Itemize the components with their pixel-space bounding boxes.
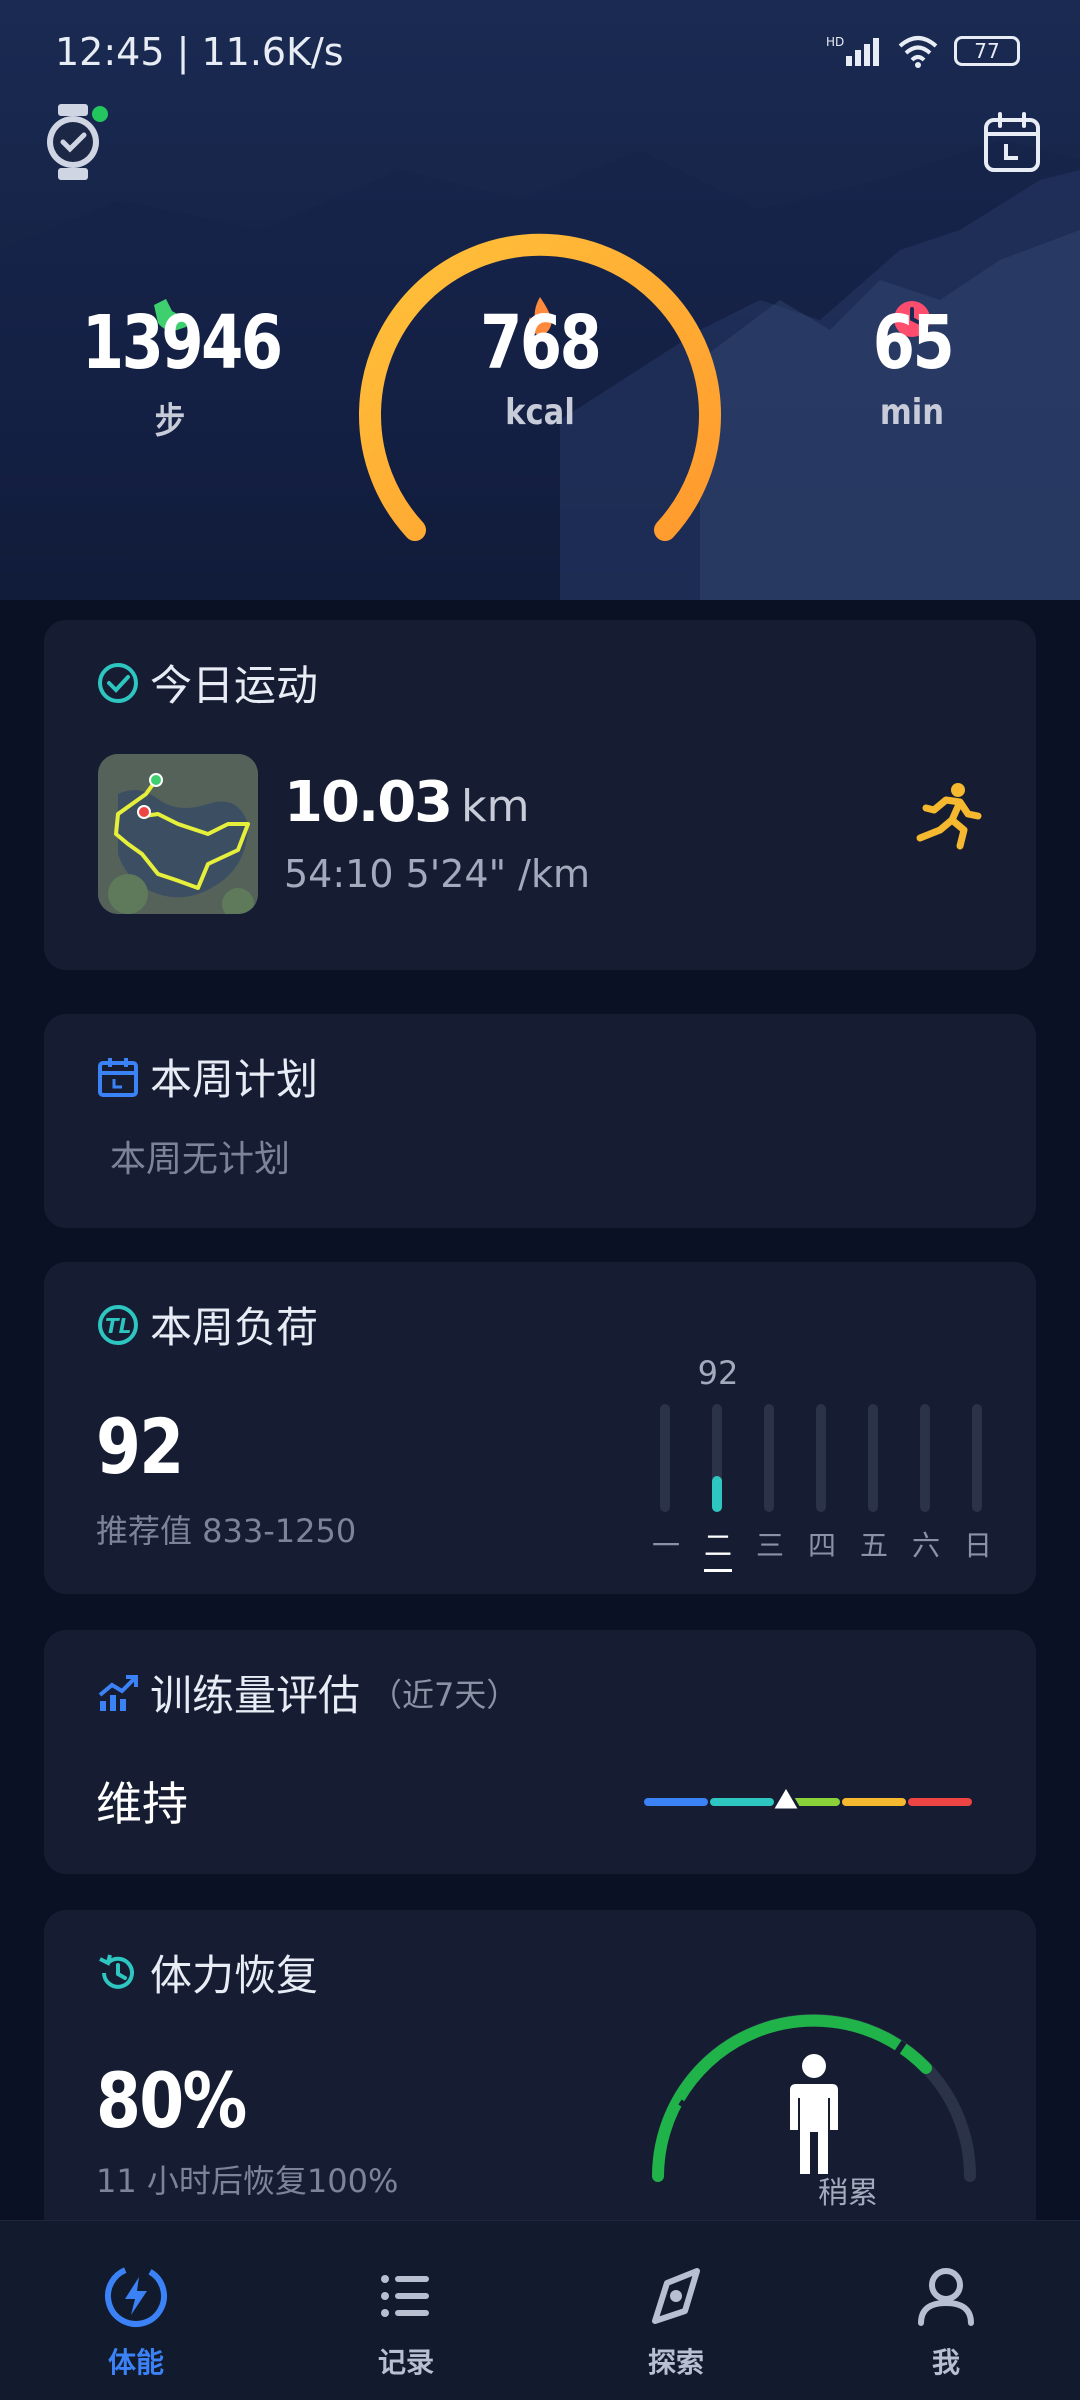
connection-status-dot [92, 106, 108, 122]
check-circle-icon [98, 662, 138, 703]
recovery-card[interactable]: 体力恢复 80% 11 小时后恢复100% 稍累 [44, 1910, 1036, 2250]
card-title: TL 本周负荷 [96, 1294, 318, 1355]
battery-indicator: 77 [954, 36, 1020, 66]
compass-icon [652, 2268, 700, 2324]
activity-distance: 10.03 km [284, 770, 529, 835]
signal-icon: HD [826, 35, 879, 66]
nav-label: 体能 [107, 2346, 164, 2379]
load-bar-track [920, 1404, 930, 1512]
today-activity-title: 今日运动 [150, 661, 319, 710]
load-bar-track [712, 1404, 722, 1512]
load-bar-day-label: 二 [696, 1524, 740, 1572]
bottom-navigation: 体能 记录 探索 我 [0, 2220, 1080, 2400]
load-bar-day-label: 三 [755, 1529, 784, 1562]
nav-item-fitness[interactable]: 体能 [66, 2261, 206, 2381]
weekly-load-title: 本周负荷 [150, 1303, 319, 1352]
card-title: 体力恢复 [96, 1942, 318, 2003]
calories-stat[interactable]: 768 kcal [430, 300, 650, 433]
training-status: 维持 [96, 1777, 188, 1831]
status-bar: 12:45 | 11.6K/s HD 77 [0, 0, 1080, 110]
activity-pace: 5'24" /km [405, 852, 590, 896]
steps-stat[interactable]: 13946 步 [60, 300, 283, 444]
minutes-value: 65 [872, 300, 954, 386]
weekly-load-bars: 一 92 二三四五六日 [644, 1354, 1004, 1604]
user-icon [918, 2268, 974, 2326]
training-assessment-period: （近7天） [370, 1675, 519, 1714]
minutes-unit: min [879, 392, 945, 433]
load-bar-track [868, 1404, 878, 1512]
nav-label: 探索 [647, 2346, 704, 2379]
weekly-load-value: 92 [96, 1402, 184, 1491]
calories-value: 768 [480, 300, 602, 386]
nav-label: 我 [931, 2346, 960, 2379]
load-bar-day-label: 日 [963, 1529, 992, 1562]
steps-unit: 步 [154, 401, 186, 442]
load-icon: TL [98, 1304, 138, 1345]
training-scale [644, 1783, 972, 1812]
svg-text:TL: TL [105, 1314, 131, 1338]
list-icon [381, 2275, 429, 2317]
running-icon [916, 783, 982, 850]
trend-up-icon [98, 1674, 138, 1711]
nav-label: 记录 [377, 2346, 434, 2379]
calories-unit: kcal [505, 392, 575, 433]
card-title: 今日运动 [96, 652, 318, 713]
activity-duration-pace: 54:10 5'24" /km [284, 852, 590, 896]
load-bar-day-label: 五 [859, 1529, 888, 1562]
route-map-thumbnail[interactable] [98, 754, 258, 914]
load-bar-day-label: 六 [911, 1529, 940, 1562]
nav-item-explore[interactable]: 探索 [606, 2261, 746, 2381]
route-map-image [98, 754, 258, 914]
load-bar-track [660, 1404, 670, 1512]
training-assessment-card[interactable]: 训练量评估 （近7天） 维持 [44, 1630, 1036, 1874]
load-bar-fill [712, 1476, 722, 1512]
card-title: 训练量评估 （近7天） [96, 1662, 518, 1723]
weekly-plan-title: 本周计划 [150, 1055, 319, 1104]
distance-value: 10.03 [284, 770, 453, 835]
nav-item-me[interactable]: 我 [876, 2261, 1016, 2381]
recovery-icon [99, 1954, 134, 1989]
calendar-plan-icon [98, 1057, 138, 1097]
status-time: 12:45 | 11.6K/s [55, 30, 344, 74]
lightning-icon [105, 2265, 167, 2327]
calendar-button[interactable] [982, 110, 1042, 174]
minutes-stat[interactable]: 65 min [802, 300, 1022, 433]
activity-duration: 54:10 [284, 852, 394, 896]
recommended-range: 推荐值 833-1250 [96, 1512, 357, 1550]
calendar-icon [984, 112, 1040, 172]
recovery-gauge [652, 2014, 976, 2182]
load-bar-track [972, 1404, 982, 1512]
body-figure-icon [790, 2054, 838, 2174]
load-bar-track [816, 1404, 826, 1512]
recovery-text: 11 小时后恢复100% [96, 2162, 399, 2200]
steps-value: 13946 [81, 300, 283, 386]
load-bar-value: 92 [697, 1354, 739, 1392]
recovery-title: 体力恢复 [150, 1951, 319, 2000]
today-activity-card[interactable]: 今日运动 10.03 km 54:10 5'24" /km [44, 620, 1036, 970]
distance-unit: km [461, 781, 530, 832]
load-bar-day-label: 一 [651, 1529, 680, 1562]
weekly-plan-card[interactable]: 本周计划 本周无计划 [44, 1014, 1036, 1228]
load-bar-day-label: 四 [807, 1529, 836, 1562]
status-icons: HD 77 [826, 34, 1020, 68]
load-bar-track [764, 1404, 774, 1512]
svg-text:HD: HD [826, 35, 844, 49]
training-assessment-title: 训练量评估 [150, 1671, 361, 1720]
weekly-load-card[interactable]: TL 本周负荷 92 推荐值 833-1250 一 92 二三四五六日 [44, 1262, 1036, 1594]
recovery-percent: 80% [96, 2056, 247, 2145]
card-title: 本周计划 [96, 1046, 318, 1107]
recovery-state: 稍累 [818, 2176, 878, 2211]
weekly-plan-empty: 本周无计划 [110, 1139, 291, 1180]
nav-item-records[interactable]: 记录 [336, 2261, 476, 2381]
wifi-icon [898, 36, 938, 68]
